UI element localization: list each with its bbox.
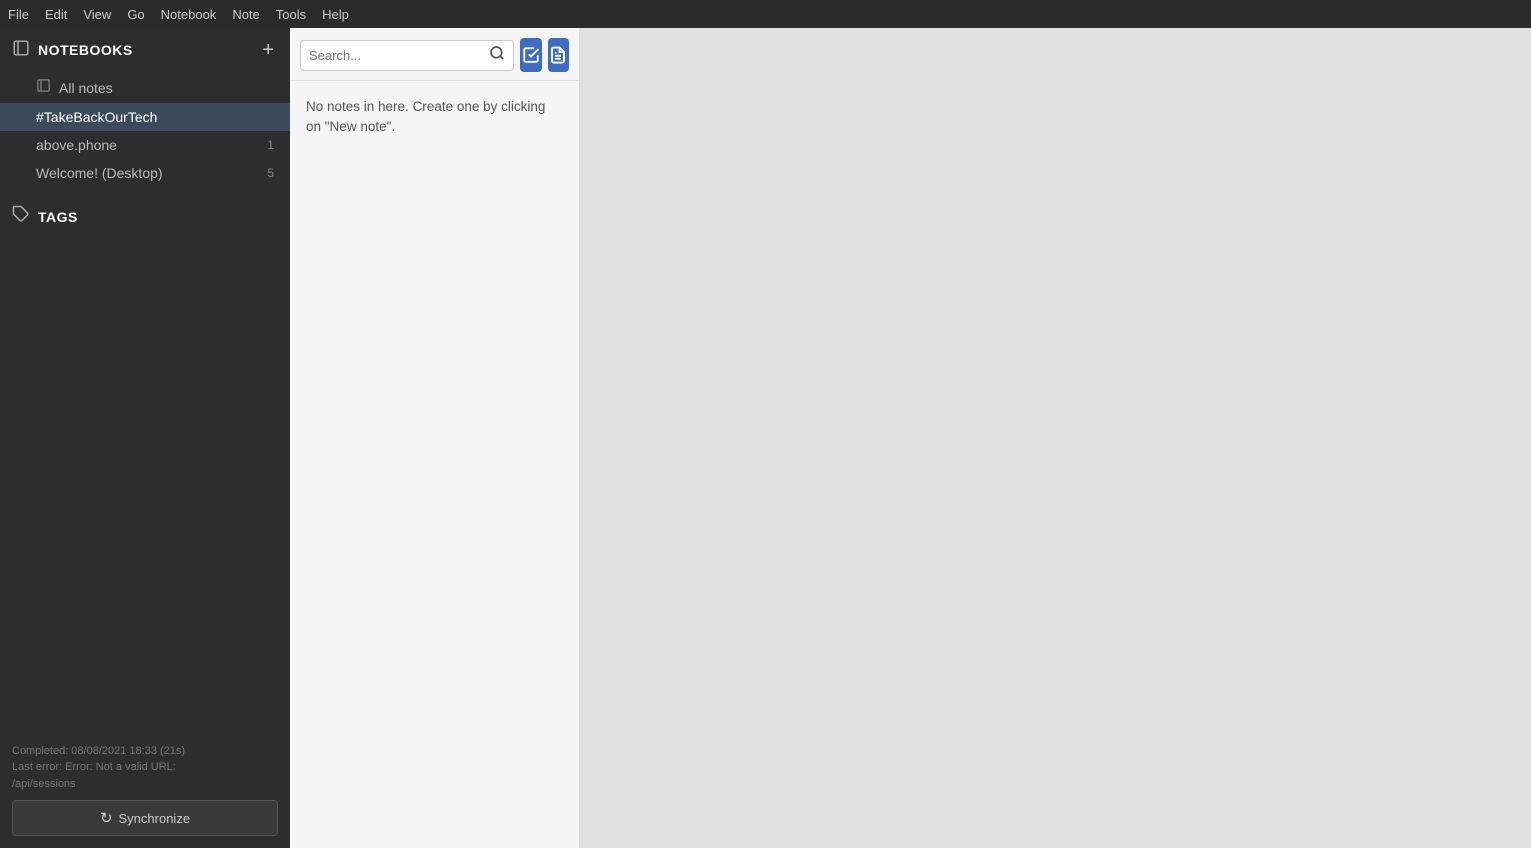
search-input[interactable]	[309, 48, 485, 63]
notes-panel: No notes in here. Create one by clicking…	[290, 28, 580, 848]
sidebar-item-takeback[interactable]: #TakeBackOurTech	[0, 103, 290, 131]
synchronize-button[interactable]: ↻ Synchronize	[12, 800, 278, 836]
notebook-welcome-label: Welcome! (Desktop)	[36, 165, 259, 181]
notebook-takeback-label: #TakeBackOurTech	[36, 109, 266, 125]
tags-section-header: TAGS	[0, 195, 290, 238]
menu-edit[interactable]: Edit	[45, 7, 67, 22]
menu-view[interactable]: View	[83, 7, 111, 22]
notes-toolbar	[290, 28, 579, 81]
menu-go[interactable]: Go	[127, 7, 144, 22]
menubar: File Edit View Go Notebook Note Tools He…	[0, 0, 1531, 28]
notebook-abovephone-count: 1	[267, 138, 274, 152]
editor-area	[580, 28, 1531, 848]
notebooks-icon	[12, 39, 30, 62]
notebook-welcome-count: 5	[267, 166, 274, 180]
sidebar: NOTEBOOKS + All notes #TakeBackOurTech a…	[0, 28, 290, 848]
main-layout: NOTEBOOKS + All notes #TakeBackOurTech a…	[0, 28, 1531, 848]
sidebar-item-all-notes[interactable]: All notes	[0, 72, 290, 103]
sync-completed: Completed: 08/08/2021 18:33 (21s)	[12, 743, 278, 760]
tags-title: TAGS	[38, 209, 78, 225]
sidebar-item-welcome[interactable]: Welcome! (Desktop) 5	[0, 159, 290, 187]
sidebar-footer: Completed: 08/08/2021 18:33 (21s) Last e…	[0, 733, 290, 848]
menu-notebook[interactable]: Notebook	[161, 7, 217, 22]
sync-status: Completed: 08/08/2021 18:33 (21s) Last e…	[12, 743, 278, 793]
sync-icon: ↻	[100, 809, 113, 827]
sync-error-line2: /api/sessions	[12, 776, 278, 793]
search-container	[300, 40, 514, 71]
menu-tools[interactable]: Tools	[276, 7, 306, 22]
notebook-abovephone-label: above.phone	[36, 137, 259, 153]
all-notes-label: All notes	[59, 80, 274, 96]
menu-help[interactable]: Help	[322, 7, 349, 22]
sync-label: Synchronize	[119, 811, 191, 826]
toggle-todo-button[interactable]	[520, 38, 542, 72]
menu-file[interactable]: File	[8, 7, 29, 22]
menu-note[interactable]: Note	[232, 7, 259, 22]
sidebar-item-abovephone[interactable]: above.phone 1	[0, 131, 290, 159]
all-notes-icon	[36, 78, 51, 97]
notes-empty-message: No notes in here. Create one by clicking…	[290, 81, 579, 154]
sync-error-line1: Last error: Error: Not a valid URL:	[12, 759, 278, 776]
new-note-button[interactable]	[548, 38, 570, 72]
search-button[interactable]	[489, 45, 505, 66]
add-notebook-button[interactable]: +	[258, 38, 278, 62]
notebooks-section-header: NOTEBOOKS +	[0, 28, 290, 72]
tags-icon	[12, 205, 30, 228]
notebooks-title: NOTEBOOKS	[38, 42, 250, 58]
